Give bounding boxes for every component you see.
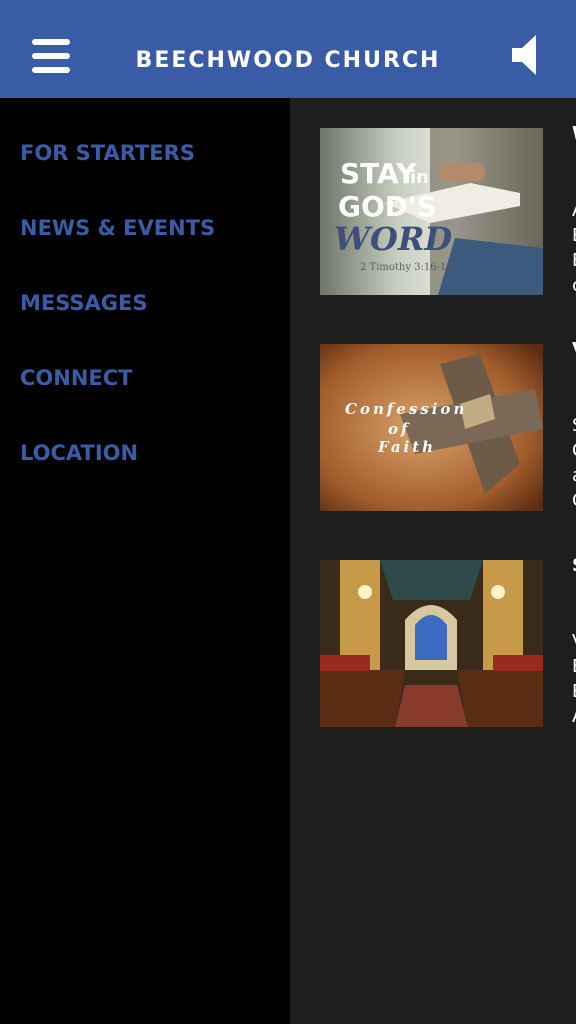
card-1-ref: 2 Timothy 3:16-17 (360, 262, 453, 273)
card-2-title-peek: V (572, 337, 576, 362)
top-app-bar: BEECHWOOD CHURCH (0, 0, 576, 98)
card-image-confession-of-faith[interactable]: Confession of Faith (320, 344, 543, 511)
card-1-body-peek-4: c (572, 273, 576, 298)
card-2-line-2: of (388, 420, 410, 438)
card-3-body-peek-4: A (572, 704, 576, 729)
card-2-body-peek-4: C (572, 488, 576, 513)
nav-item-location[interactable]: LOCATION (20, 441, 138, 465)
card-2-line-3: Faith (377, 438, 436, 456)
card-2-body-peek-3: a (572, 463, 576, 488)
card-2-line-1: Confession (345, 400, 467, 418)
speaker-icon[interactable] (506, 32, 546, 78)
nav-item-news-events[interactable]: NEWS & EVENTS (20, 216, 215, 240)
card-image-church-interior[interactable] (320, 560, 543, 727)
nav-item-for-starters[interactable]: FOR STARTERS (20, 141, 195, 165)
card-1-body-peek-3: E (572, 248, 576, 273)
nav-drawer: FOR STARTERS NEWS & EVENTS MESSAGES CONN… (0, 98, 290, 1024)
nav-item-connect[interactable]: CONNECT (20, 366, 133, 390)
card-1-title-peek: W (572, 121, 576, 146)
card-1-line-3: WORD (334, 220, 452, 258)
card-2-body-peek-1: S (572, 413, 576, 438)
card-3-body-peek-2: E (572, 654, 576, 679)
card-3-body-peek-1: V (572, 629, 576, 654)
card-3-body-peek-3: E (572, 679, 576, 704)
card-1-line-1: STAY (340, 157, 417, 190)
content-list: STAY in GOD'S WORD 2 Timothy 3:16-17 W A… (290, 98, 576, 1024)
card-3-title-peek: S (572, 553, 576, 578)
card-1-line-2: GOD'S (338, 190, 437, 223)
nav-item-messages[interactable]: MESSAGES (20, 291, 148, 315)
card-2-body-peek-2: C (572, 438, 576, 463)
app-title: BEECHWOOD CHURCH (135, 48, 441, 73)
card-image-stay-in-gods-word[interactable]: STAY in GOD'S WORD 2 Timothy 3:16-17 (320, 128, 543, 295)
card-1-body-peek-1: A (572, 198, 576, 223)
card-1-body-peek-2: E (572, 223, 576, 248)
card-1-line-1b: in (410, 167, 429, 188)
